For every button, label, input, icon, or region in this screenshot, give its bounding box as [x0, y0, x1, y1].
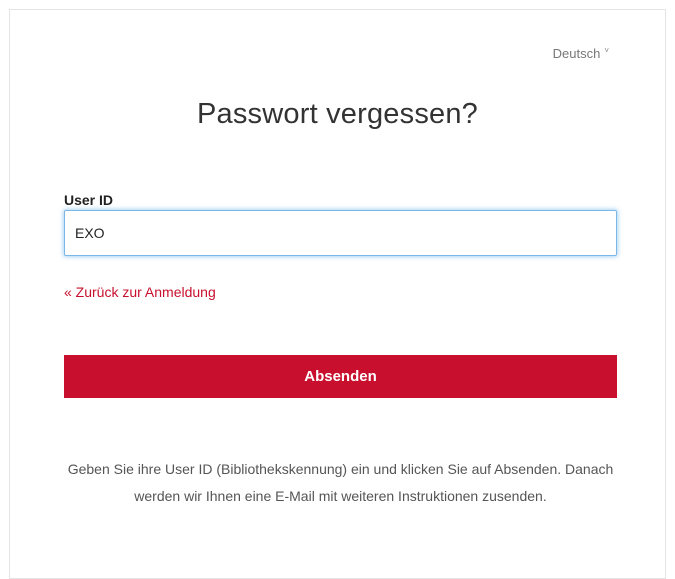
- chevron-down-icon: ˅: [604, 46, 609, 55]
- submit-button[interactable]: Absenden: [64, 355, 617, 398]
- user-id-label: User ID: [64, 192, 114, 208]
- language-select[interactable]: Deutsch ˅: [553, 46, 609, 61]
- help-text: Geben Sie ihre User ID (Bibliothekskennu…: [67, 461, 614, 504]
- user-id-input[interactable]: [64, 210, 617, 256]
- back-to-login-link[interactable]: « Zurück zur Anmeldung: [64, 284, 216, 300]
- page-title: Passwort vergessen?: [196, 98, 479, 130]
- language-select-label: Deutsch: [552, 46, 601, 61]
- password-reset-card: Deutsch ˅ Passwort vergessen? User ID « …: [9, 9, 666, 579]
